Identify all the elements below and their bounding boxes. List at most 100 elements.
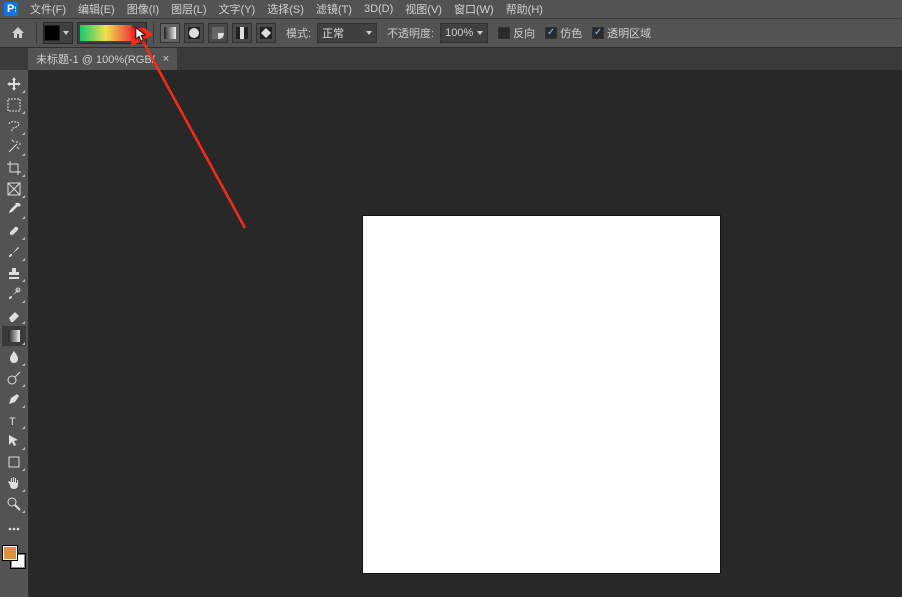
- tool-frame[interactable]: [2, 179, 26, 199]
- hand-icon: [6, 475, 22, 491]
- opacity-value: 100%: [445, 27, 473, 39]
- ellipsis-icon: [6, 521, 22, 537]
- chevron-down-icon: [477, 31, 483, 35]
- marquee-icon: [6, 97, 22, 113]
- stamp-icon: [6, 265, 22, 281]
- gradient-angle-button[interactable]: [208, 23, 228, 43]
- pen-icon: [6, 391, 22, 407]
- gradient-radial-icon: [187, 26, 201, 40]
- eyedropper-icon: [6, 202, 22, 218]
- checkbox-box: [498, 27, 510, 39]
- document-canvas[interactable]: [363, 216, 720, 573]
- dodge-icon: [6, 370, 22, 386]
- blend-mode-value: 正常: [322, 25, 344, 41]
- document-tab[interactable]: 未标题-1 @ 100%(RGB/ ×: [28, 48, 177, 70]
- tool-eyedropper[interactable]: [2, 200, 26, 220]
- close-icon[interactable]: ×: [163, 53, 169, 65]
- tool-shape[interactable]: [2, 452, 26, 472]
- move-icon: [6, 76, 22, 92]
- chevron-down-icon: [134, 31, 146, 35]
- tool-stamp[interactable]: [2, 263, 26, 283]
- chevron-down-icon: [60, 31, 72, 35]
- reverse-checkbox[interactable]: 反向: [498, 25, 535, 41]
- menu-file[interactable]: 文件(F): [24, 0, 72, 19]
- type-icon: T: [6, 412, 22, 428]
- gradient-picker[interactable]: [77, 22, 147, 44]
- eraser-icon: [6, 307, 22, 323]
- document-tab-bar: 未标题-1 @ 100%(RGB/ ×: [0, 48, 902, 70]
- home-icon: [10, 25, 26, 41]
- tool-lasso[interactable]: [2, 116, 26, 136]
- svg-text:T: T: [9, 416, 16, 428]
- tool-pen[interactable]: [2, 389, 26, 409]
- rect-icon: [6, 454, 22, 470]
- opacity-field[interactable]: 100%: [440, 23, 488, 43]
- menu-3d[interactable]: 3D(D): [358, 1, 399, 17]
- chevron-down-icon: [366, 31, 372, 35]
- checkbox-box: [545, 27, 557, 39]
- options-bar: 模式: 正常 不透明度: 100% 反向 仿色 透明区域: [0, 18, 902, 48]
- separator: [153, 22, 154, 44]
- app-logo-icon: Ps: [4, 2, 18, 16]
- menu-type[interactable]: 文字(Y): [213, 0, 262, 19]
- gradient-swatch: [80, 25, 132, 41]
- tool-type[interactable]: T: [2, 410, 26, 430]
- tool-edit-toolbar[interactable]: [2, 519, 26, 539]
- tool-path-select[interactable]: [2, 431, 26, 451]
- tool-move[interactable]: [2, 74, 26, 94]
- gradient-diamond-button[interactable]: [256, 23, 276, 43]
- checkbox-box: [592, 27, 604, 39]
- zoom-icon: [6, 496, 22, 512]
- tool-gradient[interactable]: [2, 326, 26, 346]
- tool-history-brush[interactable]: [2, 284, 26, 304]
- menu-select[interactable]: 选择(S): [261, 0, 310, 19]
- tool-blur[interactable]: [2, 347, 26, 367]
- crop-icon: [6, 160, 22, 176]
- blend-mode-select[interactable]: 正常: [317, 23, 377, 43]
- reverse-label: 反向: [513, 25, 535, 41]
- tool-heal[interactable]: [2, 221, 26, 241]
- gradient-reflected-icon: [235, 26, 249, 40]
- tool-preset-swatch: [44, 25, 60, 41]
- menu-help[interactable]: 帮助(H): [500, 0, 549, 19]
- wand-icon: [6, 139, 22, 155]
- tool-crop[interactable]: [2, 158, 26, 178]
- separator: [36, 22, 37, 44]
- gradient-radial-button[interactable]: [184, 23, 204, 43]
- menu-view[interactable]: 视图(V): [399, 0, 448, 19]
- tool-brush[interactable]: [2, 242, 26, 262]
- gradient-linear-icon: [163, 26, 177, 40]
- tool-dodge[interactable]: [2, 368, 26, 388]
- path-select-icon: [6, 433, 22, 449]
- dither-checkbox[interactable]: 仿色: [545, 25, 582, 41]
- heal-icon: [6, 223, 22, 239]
- menu-edit[interactable]: 编辑(E): [72, 0, 121, 19]
- transparency-checkbox[interactable]: 透明区域: [592, 25, 651, 41]
- foreground-color[interactable]: [3, 546, 17, 560]
- tool-eraser[interactable]: [2, 305, 26, 325]
- mode-label: 模式:: [286, 25, 311, 41]
- home-button[interactable]: [6, 22, 30, 44]
- main-menu-bar: Ps 文件(F) 编辑(E) 图像(I) 图层(L) 文字(Y) 选择(S) 滤…: [0, 0, 902, 18]
- gradient-linear-button[interactable]: [160, 23, 180, 43]
- tool-marquee[interactable]: [2, 95, 26, 115]
- menu-layer[interactable]: 图层(L): [165, 0, 212, 19]
- menu-window[interactable]: 窗口(W): [448, 0, 500, 19]
- document-tab-title: 未标题-1 @ 100%(RGB/: [36, 51, 155, 67]
- svg-text:Ps: Ps: [7, 4, 16, 14]
- opacity-label: 不透明度:: [387, 25, 434, 41]
- color-wells[interactable]: [3, 546, 25, 568]
- gradient-reflected-button[interactable]: [232, 23, 252, 43]
- tools-panel: T: [0, 70, 29, 597]
- blur-icon: [6, 349, 22, 365]
- gradient-diamond-icon: [259, 26, 273, 40]
- lasso-icon: [6, 118, 22, 134]
- history-brush-icon: [6, 286, 22, 302]
- tool-wand[interactable]: [2, 137, 26, 157]
- brush-icon: [6, 244, 22, 260]
- tool-zoom[interactable]: [2, 494, 26, 514]
- menu-filter[interactable]: 滤镜(T): [310, 0, 358, 19]
- tool-hand[interactable]: [2, 473, 26, 493]
- tool-preset-picker[interactable]: [43, 22, 73, 44]
- menu-image[interactable]: 图像(I): [121, 0, 165, 19]
